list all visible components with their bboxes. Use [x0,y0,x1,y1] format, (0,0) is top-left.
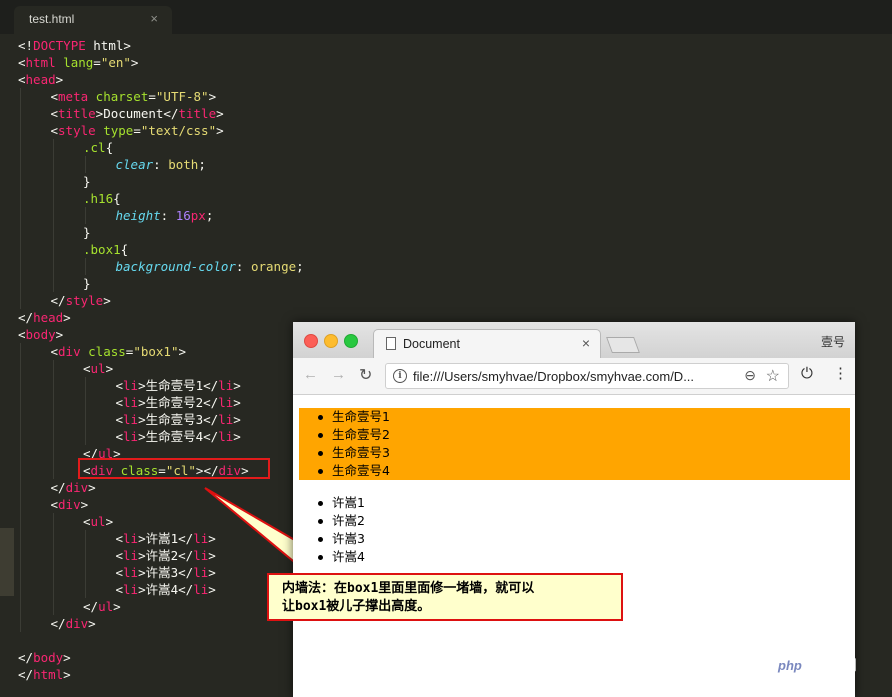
list-item: 生命壹号1 [299,408,850,426]
browser-toolbar: ← → ↻ i file:///Users/smyhvae/Dropbox/sm… [293,358,855,395]
browser-tab-title: Document [403,337,460,351]
window-close-icon[interactable] [304,334,318,348]
kebab-menu-icon[interactable]: ⋮ [833,364,848,382]
document-icon [386,337,396,350]
url-text[interactable]: file:///Users/smyhvae/Dropbox/smyhvae.co… [413,369,731,384]
list-item: 许嵩2 [299,512,365,530]
watermark-logo: php [772,658,808,673]
browser-tab-document[interactable]: Document × [373,329,601,358]
page-content: 生命壹号1 生命壹号2 生命壹号3 生命壹号4 许嵩1 许嵩2 许嵩3 许嵩4 [293,395,855,697]
browser-window: Document × 壹号 ← → ↻ i file:///Users/smyh… [293,322,855,697]
watermark-text: 中文网 [812,657,858,674]
window-maximize-icon[interactable] [344,334,358,348]
address-bar[interactable]: i file:///Users/smyhvae/Dropbox/smyhvae.… [385,363,789,389]
watermark: php 中文网 [772,654,857,675]
annotation-callout: 内墙法：在box1里面里面修一堵墙，就可以 让box1被儿子撑出高度。 [267,573,623,621]
callout-line-1: 内墙法：在box1里面里面修一堵墙，就可以 [282,581,535,596]
second-list: 许嵩1 许嵩2 许嵩3 许嵩4 [299,494,365,566]
reload-icon[interactable]: ↻ [359,365,372,385]
star-icon[interactable]: ☆ [766,366,780,386]
back-arrow-icon[interactable]: ← [303,366,318,383]
info-icon[interactable]: i [393,369,407,383]
browser-titlebar: Document × 壹号 [293,322,855,358]
profile-name[interactable]: 壹号 [821,333,845,350]
power-icon[interactable]: ⏻ [801,365,813,382]
list-item: 许嵩3 [299,530,365,548]
zoom-out-icon[interactable]: ⊖ [744,367,756,384]
callout-line-2: 让box1被儿子撑出高度。 [282,599,431,614]
box1-orange: 生命壹号1 生命壹号2 生命壹号3 生命壹号4 [299,408,850,480]
list-item: 生命壹号3 [299,444,850,462]
list-item: 许嵩1 [299,494,365,512]
new-tab-button[interactable] [606,337,640,353]
forward-arrow-icon[interactable]: → [331,366,346,383]
window-minimize-icon[interactable] [324,334,338,348]
list-item: 许嵩4 [299,548,365,566]
list-item: 生命壹号4 [299,462,850,480]
close-icon[interactable]: × [582,335,590,351]
list-item: 生命壹号2 [299,426,850,444]
box1-list: 生命壹号1 生命壹号2 生命壹号3 生命壹号4 [299,408,850,480]
